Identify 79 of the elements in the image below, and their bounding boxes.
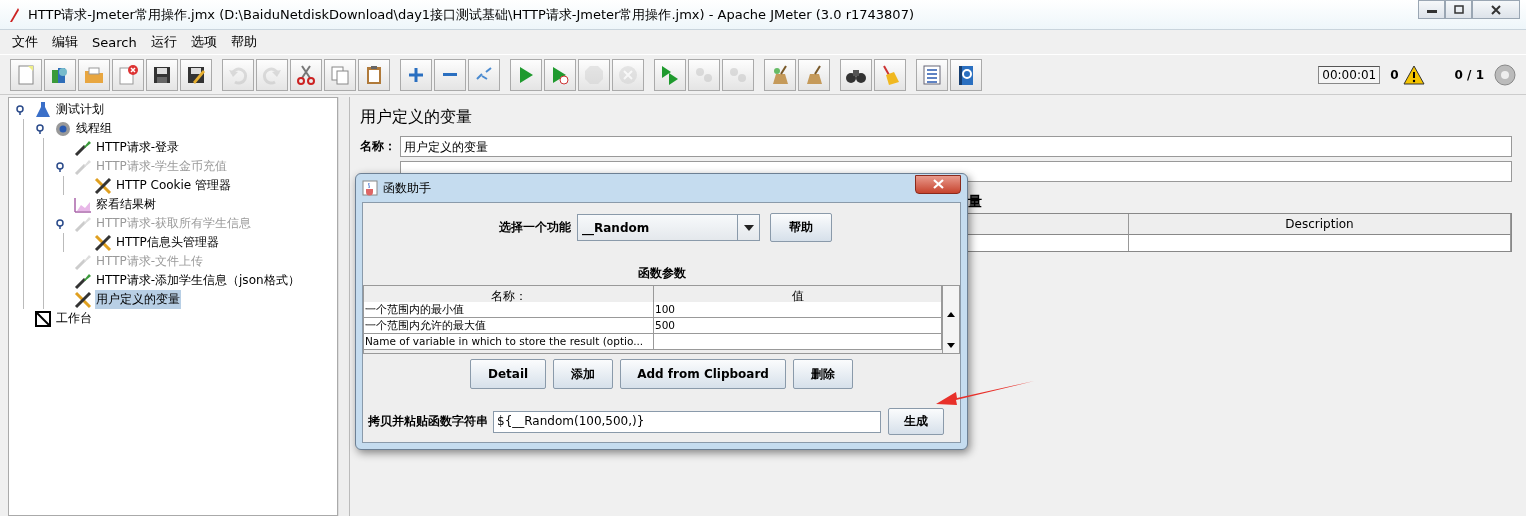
result-label: 拷贝并粘贴函数字符串 [368,413,488,430]
copy-icon [329,63,351,86]
table-title: 量 [967,193,983,211]
close-icon [1491,4,1501,15]
dialog-button[interactable]: 删除 [792,359,853,389]
table-cell[interactable]: 500 [654,318,942,334]
tree-item[interactable]: HTTP请求-添加学生信息（json格式） [95,271,301,290]
menu-item[interactable]: 文件 [5,33,45,51]
column-header: Description [1129,214,1511,235]
dialog-button[interactable]: Detail [470,359,547,389]
toolbar-button[interactable] [290,58,322,91]
table-cell[interactable]: 100 [654,302,942,318]
tree-item[interactable]: HTTP请求-登录 [95,138,181,157]
panel-title: 用户定义的变量 [360,107,473,128]
toolbar-button[interactable] [950,58,982,91]
field-label: 名称： [360,137,396,155]
pipette-icon [74,252,92,271]
tree-item[interactable]: 工作台 [55,309,93,328]
feather-icon [8,6,20,23]
restore-icon [1453,5,1464,14]
tree-item[interactable]: 用户定义的变量 [95,290,181,309]
pipette-icon [74,138,92,157]
scissors-icon [295,63,317,86]
generate-button[interactable]: 生成 [888,408,944,435]
toolbar-button[interactable] [146,58,178,91]
close-file-icon [117,63,139,86]
menu-item[interactable]: Search [85,34,144,50]
status-indicator-icon [1494,63,1516,86]
flask-icon [34,100,52,119]
tools-icon [94,233,112,252]
new-file-icon [15,63,37,86]
gear-icon [54,119,72,138]
list-icon [921,63,943,86]
dropdown-arrow-icon [743,224,754,231]
tree-item[interactable]: 察看结果树 [95,195,157,214]
dialog-button[interactable]: 添加 [553,359,614,389]
toolbar-button[interactable] [840,58,872,91]
table-cell: Name of variable in which to store the result (optio... [364,334,654,350]
help-button[interactable]: 帮助 [770,213,832,242]
dialog-button[interactable]: Add from Clipboard [620,359,786,389]
close-button[interactable] [1472,0,1520,19]
table-cell: 一个范围内的最小值 [364,302,654,318]
timer: 00:00:01 [1318,65,1381,84]
tree-item[interactable]: 线程组 [75,119,113,138]
table-cell[interactable] [654,334,942,350]
menu-item[interactable]: 编辑 [45,33,85,51]
function-dropdown[interactable]: __Random [577,214,760,241]
pipette-icon [74,214,92,233]
section-title: 函数参数 [636,265,687,282]
scrollbar[interactable] [942,286,959,353]
minus-icon [443,73,457,76]
menu-item[interactable]: 运行 [143,33,184,51]
menu-item[interactable]: 选项 [183,33,224,51]
tree-item[interactable]: 测试计划 [55,100,105,119]
minimize-button[interactable] [1418,0,1445,19]
pipette-icon [74,157,92,176]
menu-item[interactable]: 帮助 [223,33,264,51]
close-button[interactable] [915,174,961,194]
toolbar-button[interactable] [180,58,212,91]
java-cup-icon [362,180,378,196]
workbench-icon [34,309,52,328]
maximize-button[interactable] [1445,0,1472,19]
close-icon [932,179,944,189]
window-title: HTTP请求-Jmeter常用操作.jmx (D:\BaiduNetdiskDownload\day1接口测试基础\HTTP请求-Jmeter常用操作.jmx) - Apache JMeter (3.0 r1743807) [28,5,915,24]
table-cell: 一个范围内允许的最大值 [364,318,654,334]
shutdown-icon [617,63,639,86]
pipette-icon [74,271,92,290]
dialog-title: 函数助手 [383,179,432,197]
tools-icon [94,176,112,195]
chart-icon [74,195,92,214]
tools-icon [74,290,92,309]
function-label: 选择一个功能 [499,219,571,236]
plus-icon [408,66,424,83]
stop-icon [583,63,605,86]
warning-count: 0 [1390,67,1399,82]
result-field[interactable]: ${__Random(100,500,)} [493,410,881,433]
name-field[interactable]: 用户定义的变量 [400,135,1512,157]
thread-count: 0 / 1 [1454,67,1484,82]
warning-icon[interactable] [1402,64,1425,85]
